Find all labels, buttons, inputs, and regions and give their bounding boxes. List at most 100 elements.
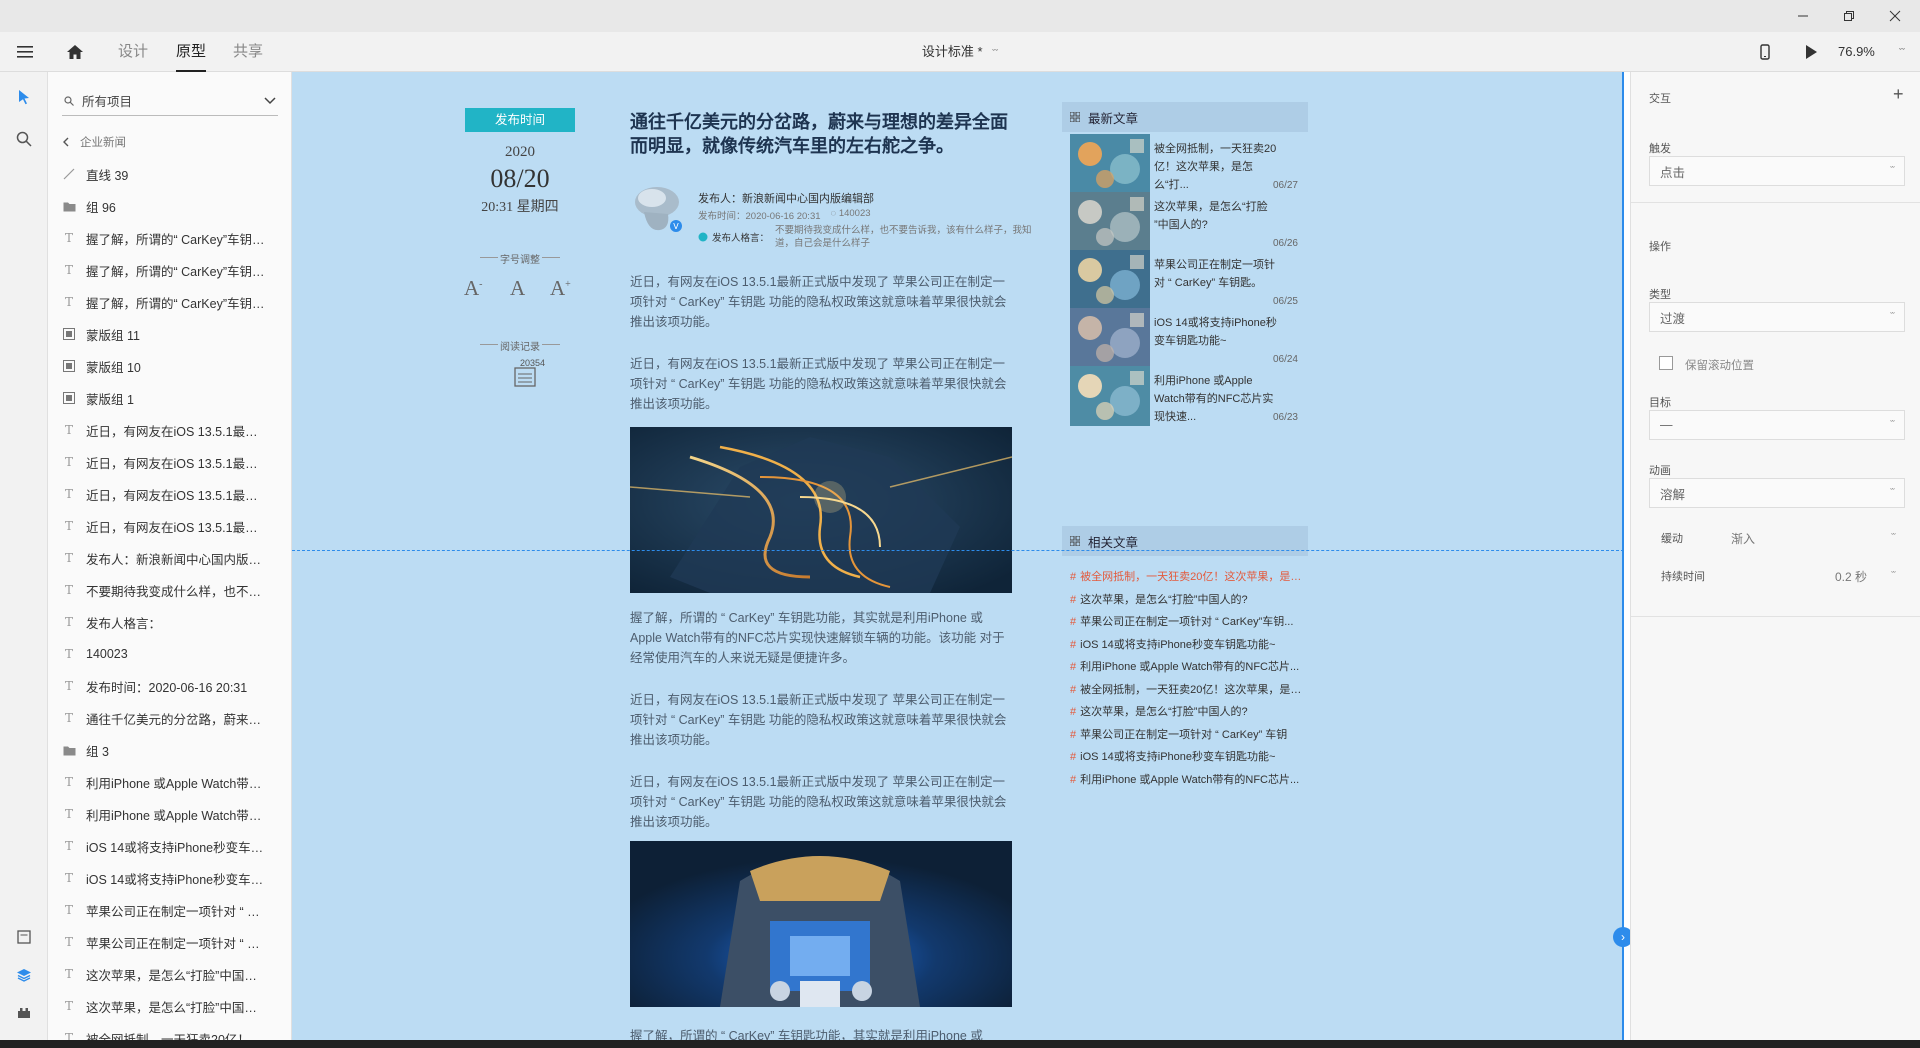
design-canvas[interactable]: 发布时间 2020 08/20 20:31 星期四 字号调整 A-A- A A+…: [292, 72, 1624, 1048]
related-article-title: 苹果公司正在制定一项针对 “ CarKey”车钥...: [1080, 616, 1294, 628]
layers-panel: 所有项目 企业新闻 直线 39 组 96 T 握了解，所谓的“ CarKey”车钥匙.…: [48, 72, 292, 1048]
zoom-dropdown-icon[interactable]: ˇˇ: [1894, 32, 1910, 72]
layer-item[interactable]: 蒙版组 11: [48, 318, 288, 350]
layer-item[interactable]: T 苹果公司正在制定一项针对 “ Car...: [48, 894, 288, 926]
chevron-down-icon[interactable]: [264, 97, 276, 105]
layer-item-label: 蒙版组 10: [86, 360, 141, 375]
restore-icon[interactable]: [1826, 0, 1872, 32]
layer-item[interactable]: T 通往千亿美元的分岔路，蔚来与...: [48, 702, 288, 734]
related-article-link[interactable]: # 苹果公司正在制定一项针对 “ CarKey”车钥...: [1070, 613, 1308, 636]
document-title[interactable]: 设计标准 *: [922, 44, 983, 59]
app-window: 设计 原型 共享 设计标准 * ˇˇ 76.9% ˇˇ 所有项目 企业新闻 直线…: [0, 0, 1920, 1048]
target-select[interactable]: — ˇˇ: [1649, 410, 1905, 440]
motto-label-group: 发布人格言：: [698, 224, 769, 250]
layer-item[interactable]: T 握了解，所谓的“ CarKey”车钥匙...: [48, 286, 288, 318]
font-normal-button[interactable]: A: [510, 276, 525, 301]
close-icon[interactable]: [1872, 0, 1918, 32]
latest-article-item[interactable]: 这次苹果，是怎么“打脸 ”中国人的? 06/26: [1070, 192, 1308, 254]
phone-preview-icon[interactable]: [1752, 32, 1778, 72]
layer-item[interactable]: T 不要期待我变成什么样，也不要...: [48, 574, 288, 606]
layer-item[interactable]: T 这次苹果，是怎么“打脸”中国人...: [48, 990, 288, 1022]
related-article-link[interactable]: # 这次苹果，是怎么“打脸”中国人的?: [1070, 591, 1308, 614]
divider: [1631, 616, 1920, 617]
trigger-select[interactable]: 点击 ˇˇ: [1649, 156, 1905, 186]
font-larger-button[interactable]: A+A+: [550, 276, 571, 301]
related-article-link[interactable]: # iOS 14或将支持iPhone秒变车钥匙功能~: [1070, 636, 1308, 659]
layer-item[interactable]: TiOS 14或将支持iPhone秒变车钥...: [48, 830, 288, 862]
layer-item[interactable]: 蒙版组 1: [48, 382, 288, 414]
divider: [542, 257, 560, 258]
layer-item[interactable]: T 这次苹果，是怎么“打脸”中国人...: [48, 958, 288, 990]
layer-item[interactable]: T 发布人格言：: [48, 606, 288, 638]
layer-item[interactable]: T 近日，有网友在iOS 13.5.1最新正...: [48, 478, 288, 510]
duration-input[interactable]: 0.2 秒 ˇˇ: [1835, 562, 1905, 590]
layers-icon[interactable]: [0, 958, 48, 992]
tab-share[interactable]: 共享: [233, 32, 263, 72]
properties-panel: 交互 + 触发 点击 ˇˇ 操作 类型 过渡 ˇˇ 保留滚动位置 目标 — ˇˇ 动画…: [1630, 72, 1920, 1048]
layer-item[interactable]: T 近日，有网友在iOS 13.5.1最新正...: [48, 446, 288, 478]
latest-article-date: 06/26: [1272, 238, 1298, 249]
related-article-link[interactable]: # 苹果公司正在制定一项针对 “ CarKey” 车钥: [1070, 726, 1308, 749]
layer-item[interactable]: 组 96: [48, 190, 288, 222]
layer-item[interactable]: T 握了解，所谓的“ CarKey”车钥匙...: [48, 254, 288, 286]
layer-item[interactable]: T 发布人：新浪新闻中心国内版编...: [48, 542, 288, 574]
grid-icon: [1070, 112, 1080, 122]
layer-item[interactable]: 蒙版组 10: [48, 350, 288, 382]
related-article-link[interactable]: # 这次苹果，是怎么“打脸”中国人的?: [1070, 703, 1308, 726]
hash-icon: #: [1070, 751, 1077, 763]
font-smaller-button[interactable]: A-A-: [464, 276, 483, 301]
related-articles-list: # 被全网抵制，一天狂卖20亿！这次苹果，是怎... # 这次苹果，是怎么“打脸”中国…: [1070, 568, 1310, 793]
related-article-link[interactable]: # 利用iPhone 或Apple Watch带有的NFC芯片...: [1070, 771, 1308, 794]
latest-article-item[interactable]: 苹果公司正在制定一项针对 “ CarKey” 车钥匙。 06/25: [1070, 250, 1308, 312]
layer-item[interactable]: T 近日，有网友在iOS 13.5.1最新正...: [48, 510, 288, 542]
latest-article-item[interactable]: 被全网抵制，一天狂卖20亿！这次苹果，是怎么“打... 06/27: [1070, 134, 1308, 196]
tab-prototype[interactable]: 原型: [176, 32, 207, 72]
layer-item[interactable]: TiOS 14或将支持iPhone秒变车钥...: [48, 862, 288, 894]
related-article-link[interactable]: # 利用iPhone 或Apple Watch带有的NFC芯片...: [1070, 658, 1308, 681]
latest-article-date: 06/23: [1272, 412, 1298, 423]
layer-item[interactable]: T 利用iPhone 或Apple Watch带有...: [48, 766, 288, 798]
assets-icon[interactable]: [0, 920, 48, 954]
easing-select[interactable]: 渐入 ˇˇ: [1731, 524, 1905, 552]
stepper-icon[interactable]: ˇˇ: [1891, 570, 1896, 580]
latest-article-title: 苹果公司正在制定一项针对 “ CarKey” 车钥匙。: [1154, 259, 1275, 289]
search-icon[interactable]: [0, 122, 48, 156]
chevron-left-icon[interactable]: [62, 137, 70, 147]
play-icon[interactable]: [1798, 32, 1824, 72]
layer-item[interactable]: 组 3: [48, 734, 288, 766]
add-icon[interactable]: +: [1893, 84, 1904, 105]
layer-item[interactable]: T 握了解，所谓的“ CarKey”车钥匙...: [48, 222, 288, 254]
select-tool-icon[interactable]: [0, 80, 48, 114]
menu-icon[interactable]: [12, 32, 38, 72]
related-article-link[interactable]: # 被全网抵制，一天狂卖20亿！这次苹果，是怎...: [1070, 568, 1308, 591]
read-record-label: 阅读记录: [500, 342, 540, 353]
related-article-link[interactable]: # iOS 14或将支持iPhone秒变车钥匙功能~: [1070, 748, 1308, 771]
tab-design[interactable]: 设计: [118, 32, 148, 72]
home-icon[interactable]: [62, 32, 88, 72]
latest-article-item[interactable]: iOS 14或将支持iPhone秒变车钥匙功能~ 06/24: [1070, 308, 1308, 370]
animation-select[interactable]: 溶解 ˇˇ: [1649, 478, 1905, 508]
chevron-down-icon[interactable]: ˇˇ: [992, 48, 998, 58]
layer-item[interactable]: T 近日，有网友在iOS 13.5.1最新正...: [48, 414, 288, 446]
layer-item[interactable]: T 利用iPhone 或Apple Watch带有...: [48, 798, 288, 830]
layer-item[interactable]: T 140023: [48, 638, 288, 670]
related-article-link[interactable]: # 被全网抵制，一天狂卖20亿！这次苹果，是怎...: [1070, 681, 1308, 704]
related-article-title: iOS 14或将支持iPhone秒变车钥匙功能~: [1080, 638, 1276, 651]
layer-search-input[interactable]: 所有项目: [62, 86, 278, 116]
latest-article-item[interactable]: 利用iPhone 或Apple Watch带有的NFC芯片实现快速... 06/2…: [1070, 366, 1308, 428]
plugins-icon[interactable]: [0, 996, 48, 1030]
layer-item[interactable]: T 发布时间：2020-06-16 20:31: [48, 670, 288, 702]
type-select[interactable]: 过渡 ˇˇ: [1649, 302, 1905, 332]
layer-item[interactable]: T 苹果公司正在制定一项针对 “ Car...: [48, 926, 288, 958]
mask-icon: [62, 327, 76, 341]
breadcrumb[interactable]: 企业新闻: [62, 134, 126, 150]
hash-icon: #: [1070, 661, 1077, 673]
publish-date: 08/20: [490, 164, 550, 193]
minimize-icon[interactable]: [1780, 0, 1826, 32]
zoom-level[interactable]: 76.9%: [1838, 32, 1875, 72]
keep-scroll-checkbox[interactable]: [1659, 356, 1673, 370]
scroll-guide-line[interactable]: [292, 550, 1624, 551]
hash-icon: #: [1070, 593, 1077, 606]
layer-item[interactable]: 直线 39: [48, 158, 288, 190]
trigger-value: 点击: [1660, 165, 1686, 180]
